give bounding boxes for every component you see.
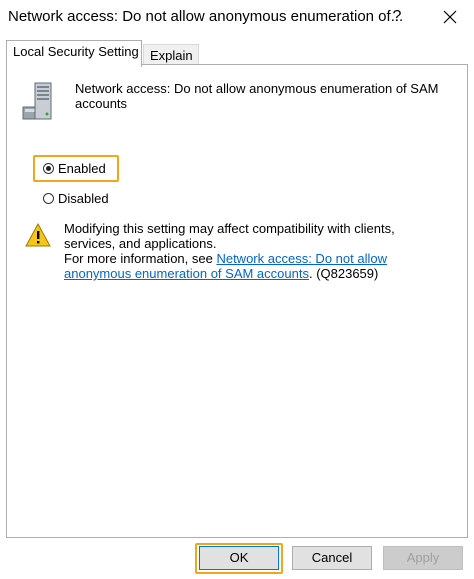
tab-explain[interactable]: Explain [143, 44, 199, 66]
help-button[interactable]: ? [383, 4, 411, 30]
disabled-radio-button[interactable] [43, 193, 54, 204]
policy-name: Network access: Do not allow anonymous e… [75, 81, 439, 111]
enabled-label: Enabled [58, 161, 106, 176]
enabled-radio-option[interactable]: Enabled [43, 161, 106, 176]
close-button[interactable] [436, 4, 464, 30]
warning-icon [25, 223, 51, 247]
close-icon [443, 10, 457, 24]
warning-line: Modifying this setting may affect compat… [64, 221, 395, 251]
more-info-prefix: For more information, see [64, 251, 217, 266]
cancel-button[interactable]: Cancel [292, 546, 372, 570]
more-info-suffix: . (Q823659) [308, 266, 379, 281]
settings-panel: Network access: Do not allow anonymous e… [6, 64, 468, 538]
apply-button[interactable]: Apply [383, 546, 463, 570]
disabled-label: Disabled [58, 191, 109, 206]
server-icon [22, 82, 52, 120]
compatibility-warning: Modifying this setting may affect compat… [64, 221, 444, 281]
title-bar: Network access: Do not allow anonymous e… [0, 0, 474, 34]
tab-local-security-setting[interactable]: Local Security Setting [6, 40, 142, 67]
ok-button[interactable]: OK [199, 546, 279, 570]
disabled-radio-option[interactable]: Disabled [43, 191, 109, 206]
window-title: Network access: Do not allow anonymous e… [8, 8, 404, 25]
enabled-radio-button[interactable] [43, 163, 54, 174]
